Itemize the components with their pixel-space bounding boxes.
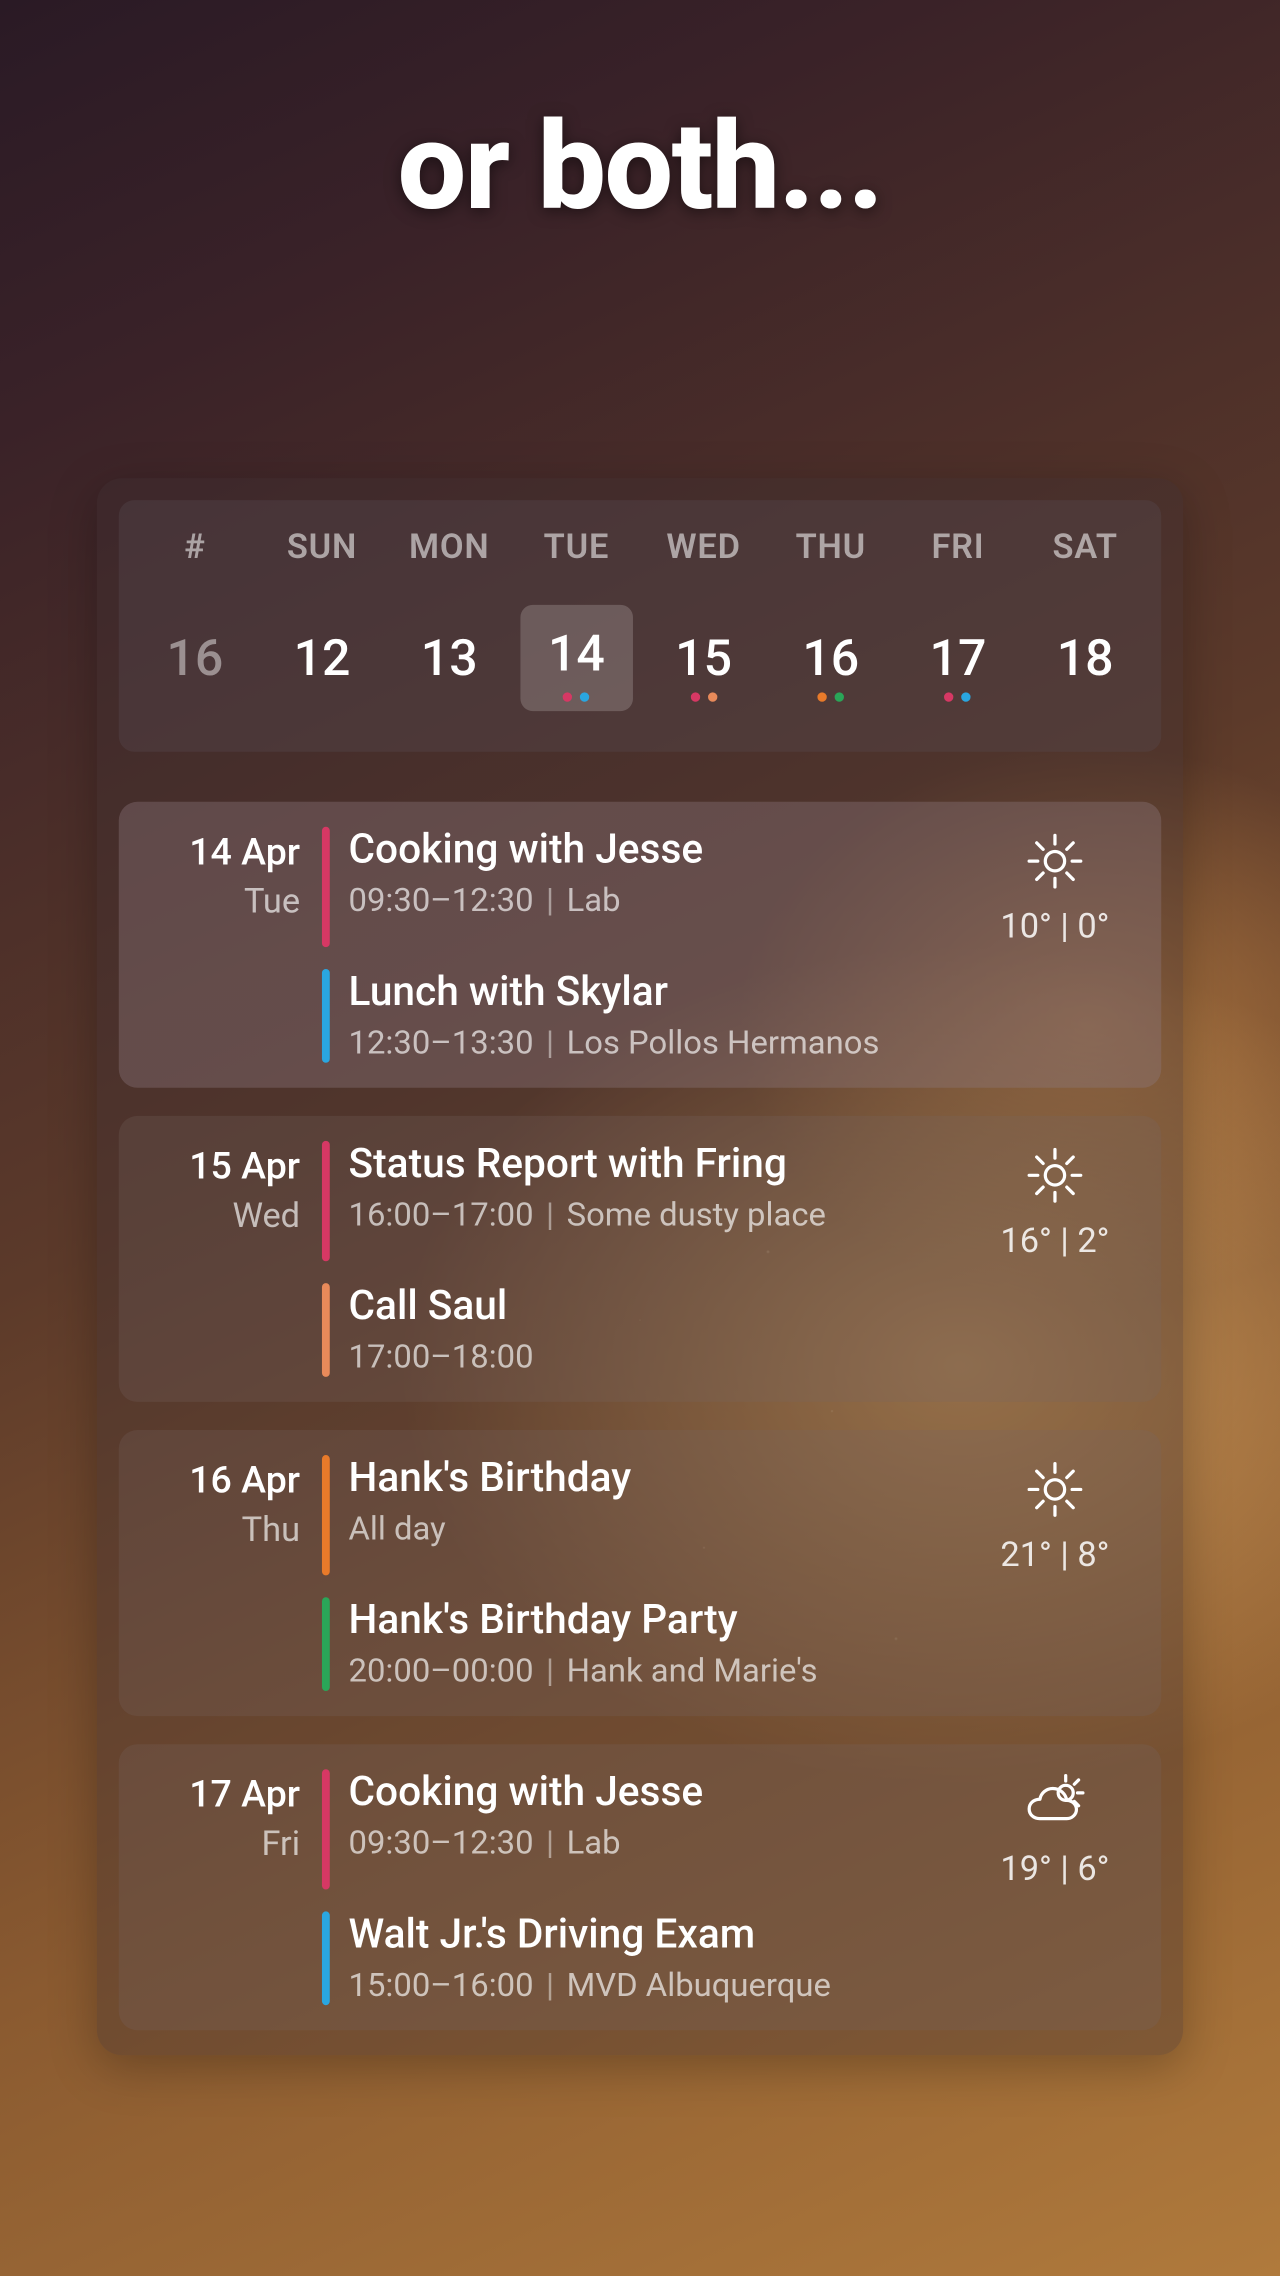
weekday-header: FRI: [894, 528, 1021, 567]
headline: or both...: [0, 97, 1280, 239]
events-column: Status Report with Fring 16:00–17:00|Some…: [322, 1141, 1133, 1377]
day-cell[interactable]: 12: [258, 608, 385, 708]
event-color-bar: [322, 1597, 330, 1691]
weekday-header: SAT: [1022, 528, 1149, 567]
week-number: 16: [131, 608, 258, 708]
event-title: Hank's Birthday: [349, 1455, 959, 1502]
event-title: Cooking with Jesse: [349, 1769, 959, 1816]
events-column: Cooking with Jesse 09:30–12:30|Lab 19° | 6…: [322, 1769, 1133, 2005]
dow-label: Fri: [134, 1825, 300, 1864]
event-dot: [563, 692, 572, 701]
sun-icon: [977, 1141, 1133, 1210]
weather-temp: 21° | 8°: [977, 1536, 1133, 1575]
event-meta: 12:30–13:30|Los Pollos Hermanos: [349, 1025, 1134, 1063]
event-dot: [690, 692, 699, 701]
date-label: 14 Apr: [134, 830, 300, 874]
weekday-header: MON: [386, 528, 513, 567]
event-row[interactable]: Cooking with Jesse 09:30–12:30|Lab 19° | 6…: [322, 1769, 1133, 1889]
date-label: 17 Apr: [134, 1772, 300, 1816]
event-title: Lunch with Skylar: [349, 969, 1134, 1016]
event-dot: [945, 692, 954, 701]
event-meta: 15:00–16:00|MVD Albuquerque: [349, 1968, 1134, 2006]
event-dot: [580, 692, 589, 701]
event-color-bar: [322, 1141, 330, 1261]
event-meta: 17:00–18:00: [349, 1339, 1134, 1377]
date-column: 14 Apr Tue: [134, 827, 322, 1063]
event-dot: [962, 692, 971, 701]
event-row[interactable]: Hank's Birthday All day 21° | 8°: [322, 1455, 1133, 1575]
sun-icon: [977, 1455, 1133, 1524]
event-row[interactable]: Hank's Birthday Party 20:00–00:00|Hank an…: [322, 1597, 1133, 1691]
event-dot: [708, 692, 717, 701]
event-title: Walt Jr.'s Driving Exam: [349, 1911, 1134, 1958]
weekday-header: WED: [640, 528, 767, 567]
event-row[interactable]: Lunch with Skylar 12:30–13:30|Los Pollos …: [322, 969, 1133, 1063]
agenda-list: 14 Apr Tue Cooking with Jesse 09:30–12:30|L…: [119, 802, 1161, 2030]
agenda-day-card[interactable]: 14 Apr Tue Cooking with Jesse 09:30–12:30|L…: [119, 802, 1161, 1088]
event-row[interactable]: Status Report with Fring 16:00–17:00|Some…: [322, 1141, 1133, 1261]
event-meta: 09:30–12:30|Lab: [349, 1825, 959, 1863]
date-column: 16 Apr Thu: [134, 1455, 322, 1691]
event-meta: 20:00–00:00|Hank and Marie's: [349, 1654, 1134, 1692]
event-title: Call Saul: [349, 1283, 1134, 1330]
event-title: Cooking with Jesse: [349, 827, 959, 874]
event-title: Status Report with Fring: [349, 1141, 959, 1188]
event-color-bar: [322, 1455, 330, 1575]
weather-block: 10° | 0°: [977, 827, 1133, 947]
event-dot: [835, 692, 844, 701]
agenda-day-card[interactable]: 16 AprThuHank's BirthdayAll day21° | 8°H…: [119, 1430, 1161, 1716]
event-row[interactable]: Call Saul 17:00–18:00: [322, 1283, 1133, 1377]
weather-block: 19° | 6°: [977, 1769, 1133, 1889]
dow-label: Wed: [134, 1197, 300, 1236]
cloud-sun-icon: [977, 1769, 1133, 1838]
date-label: 15 Apr: [134, 1144, 300, 1188]
event-color-bar: [322, 969, 330, 1063]
weekday-header: TUE: [513, 528, 640, 567]
weekday-header: SUN: [258, 528, 385, 567]
events-column: Cooking with Jesse 09:30–12:30|Lab 10° | 0…: [322, 827, 1133, 1063]
day-cell[interactable]: 16: [767, 608, 894, 708]
event-row[interactable]: Walt Jr.'s Driving Exam 15:00–16:00|MVD A…: [322, 1911, 1133, 2005]
weekday-header: THU: [767, 528, 894, 567]
week-col-symbol: #: [131, 528, 258, 567]
event-row[interactable]: Cooking with Jesse 09:30–12:30|Lab 10° | 0…: [322, 827, 1133, 947]
day-cell[interactable]: 13: [386, 608, 513, 708]
events-column: Hank's BirthdayAll day21° | 8°Hank's Bir…: [322, 1455, 1133, 1691]
day-cell[interactable]: 15: [640, 608, 767, 708]
date-column: 17 Apr Fri: [134, 1769, 322, 2005]
date-column: 15 Apr Wed: [134, 1141, 322, 1377]
event-meta: 09:30–12:30|Lab: [349, 883, 959, 921]
event-dot: [817, 692, 826, 701]
event-color-bar: [322, 1769, 330, 1889]
weather-block: 16° | 2°: [977, 1141, 1133, 1261]
weather-block: 21° | 8°: [977, 1455, 1133, 1575]
dow-label: Thu: [134, 1511, 300, 1550]
event-color-bar: [322, 827, 330, 947]
dow-label: Tue: [134, 883, 300, 922]
week-strip: # SUN MON TUE WED THU FRI SAT 16 12 13 1…: [119, 500, 1161, 752]
weather-temp: 19° | 6°: [977, 1850, 1133, 1889]
weather-temp: 10° | 0°: [977, 908, 1133, 947]
agenda-day-card[interactable]: 15 Apr Wed Status Report with Fring 16:00–1…: [119, 1116, 1161, 1402]
day-cell[interactable]: 14: [513, 608, 640, 708]
calendar-widget: # SUN MON TUE WED THU FRI SAT 16 12 13 1…: [97, 478, 1183, 2055]
day-cell[interactable]: 17: [894, 608, 1021, 708]
day-cell[interactable]: 18: [1022, 608, 1149, 708]
event-meta: All day: [349, 1511, 959, 1549]
event-color-bar: [322, 1911, 330, 2005]
date-label: 16 Apr: [134, 1458, 300, 1502]
event-meta: 16:00–17:00|Some dusty place: [349, 1197, 959, 1235]
event-title: Hank's Birthday Party: [349, 1597, 1134, 1644]
event-color-bar: [322, 1283, 330, 1377]
agenda-day-card[interactable]: 17 Apr Fri Cooking with Jesse 09:30–12:30|L…: [119, 1744, 1161, 2030]
weather-temp: 16° | 2°: [977, 1222, 1133, 1261]
sun-icon: [977, 827, 1133, 896]
